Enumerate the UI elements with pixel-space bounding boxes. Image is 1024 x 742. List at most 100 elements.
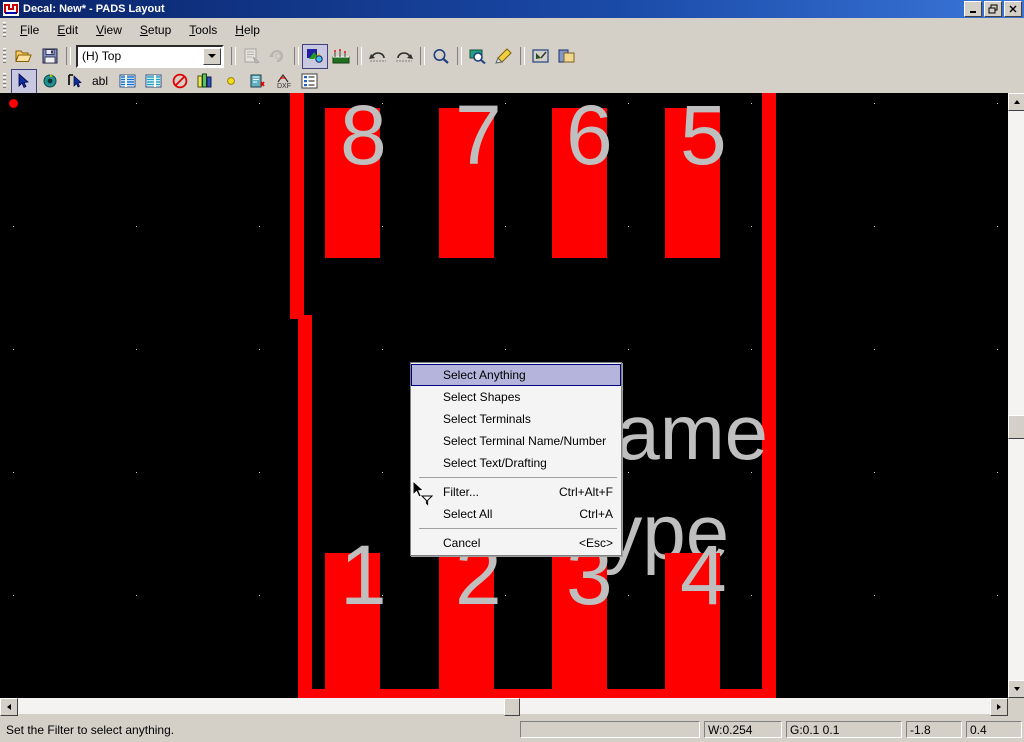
menu-cancel[interactable]: Cancel <Esc> bbox=[411, 532, 621, 554]
refresh-button[interactable] bbox=[265, 44, 291, 69]
window-title: Decal: New* - PADS Layout bbox=[23, 3, 165, 15]
pad-1-number: 1 bbox=[340, 528, 387, 622]
save-button[interactable] bbox=[37, 44, 63, 69]
menu-select-text-drafting[interactable]: Select Text/Drafting bbox=[411, 452, 621, 474]
menu-select-shapes[interactable]: Select Shapes bbox=[411, 386, 621, 408]
scroll-left-button[interactable] bbox=[0, 698, 18, 716]
library-button[interactable] bbox=[554, 44, 580, 69]
scroll-down-button[interactable] bbox=[1008, 680, 1024, 698]
grid-dot bbox=[505, 103, 506, 104]
restore-button[interactable] bbox=[984, 1, 1002, 17]
menu-select-shapes-label: Select Shapes bbox=[443, 390, 521, 404]
menu-edit[interactable]: Edit bbox=[48, 20, 87, 40]
menu-select-anything[interactable]: Select Anything bbox=[411, 364, 621, 386]
plane-area-button[interactable] bbox=[141, 69, 167, 94]
toolbar1-grip[interactable] bbox=[3, 48, 6, 64]
select-tool-button[interactable] bbox=[11, 68, 37, 94]
grid-dot bbox=[751, 226, 752, 227]
grid-dot bbox=[997, 595, 998, 596]
menu-view[interactable]: View bbox=[87, 20, 131, 40]
toolbar1-separator-6 bbox=[457, 47, 462, 65]
grid-dot bbox=[751, 349, 752, 350]
grid-dot bbox=[382, 226, 383, 227]
scroll-up-button[interactable] bbox=[1008, 93, 1024, 111]
menu-setup[interactable]: Setup bbox=[131, 20, 180, 40]
status-panel-x: -1.8 bbox=[906, 721, 962, 738]
rotate-tool-button[interactable] bbox=[37, 69, 63, 94]
grid-dot bbox=[628, 595, 629, 596]
menu-select-terminals[interactable]: Select Terminals bbox=[411, 408, 621, 430]
grid-dot bbox=[997, 472, 998, 473]
menu-filter-label: Filter... bbox=[443, 485, 480, 499]
grid-dot bbox=[13, 226, 14, 227]
board-outline-button[interactable] bbox=[328, 44, 354, 69]
grid-dot bbox=[505, 349, 506, 350]
pads-decal-icon bbox=[3, 2, 19, 16]
dxf-button[interactable]: DXF bbox=[271, 69, 297, 94]
redraw-button[interactable] bbox=[491, 44, 517, 69]
grid-dot bbox=[874, 472, 875, 473]
properties-button[interactable] bbox=[239, 44, 265, 69]
layer-select[interactable]: (H) Top bbox=[76, 44, 224, 68]
menu-help[interactable]: Help bbox=[226, 20, 269, 40]
context-menu: Select Anything Select Shapes Select Termi… bbox=[410, 362, 622, 556]
toolbar1-separator-2 bbox=[231, 47, 236, 65]
menu-edit-label-rest: dit bbox=[65, 23, 79, 37]
grid-dot bbox=[628, 226, 629, 227]
minimize-button[interactable] bbox=[964, 1, 982, 17]
zoom-button[interactable] bbox=[428, 44, 454, 69]
chevron-down-icon[interactable] bbox=[203, 47, 221, 65]
scroll-right-button[interactable] bbox=[990, 698, 1008, 716]
menu-bar: File Edit View Setup Tools Help bbox=[0, 18, 1024, 43]
grid-dot bbox=[13, 349, 14, 350]
3d-view-button[interactable] bbox=[193, 69, 219, 94]
pad-5-number: 5 bbox=[680, 93, 727, 182]
query-button[interactable] bbox=[528, 44, 554, 69]
status-panel-y: 0.4 bbox=[966, 721, 1022, 738]
grid-dot bbox=[13, 472, 14, 473]
status-panel-width: W:0.254 bbox=[704, 721, 782, 738]
grid-dot bbox=[997, 226, 998, 227]
undo-button[interactable] bbox=[365, 44, 391, 69]
grid-dot bbox=[874, 103, 875, 104]
display-colors-button[interactable] bbox=[302, 43, 328, 69]
menubar-grip[interactable] bbox=[3, 22, 6, 38]
menu-view-label-rest: iew bbox=[103, 23, 122, 37]
status-bar: Set the Filter to select anything. W:0.2… bbox=[0, 718, 1024, 742]
grid-dot bbox=[505, 595, 506, 596]
menu-tools[interactable]: Tools bbox=[180, 20, 226, 40]
menu-file[interactable]: File bbox=[11, 20, 48, 40]
pad-7-number: 7 bbox=[455, 93, 502, 182]
grid-dot bbox=[259, 472, 260, 473]
zoom-select-button[interactable] bbox=[465, 44, 491, 69]
horizontal-scrollbar[interactable] bbox=[0, 698, 1008, 716]
menu-setup-label-rest: etup bbox=[147, 23, 172, 37]
copper-pour-button[interactable] bbox=[115, 69, 141, 94]
toolbar1-separator-4 bbox=[357, 47, 362, 65]
menu-select-all[interactable]: Select All Ctrl+A bbox=[411, 503, 621, 525]
status-panel-blank bbox=[520, 721, 700, 738]
menu-select-terminals-label: Select Terminals bbox=[443, 412, 531, 426]
pad-8-number: 8 bbox=[340, 93, 387, 182]
menu-select-terminal-name-number[interactable]: Select Terminal Name/Number bbox=[411, 430, 621, 452]
standard-toolbar: (H) Top bbox=[0, 43, 1024, 69]
horizontal-scroll-thumb[interactable] bbox=[504, 698, 520, 716]
pick-tool-button[interactable] bbox=[63, 69, 89, 94]
grid-dot bbox=[874, 595, 875, 596]
toolbar2-grip[interactable] bbox=[3, 73, 6, 89]
no-entry-button[interactable] bbox=[167, 69, 193, 94]
vertical-scroll-thumb[interactable] bbox=[1008, 415, 1024, 439]
flash-button[interactable] bbox=[219, 69, 245, 94]
grid-dot bbox=[136, 349, 137, 350]
menu-filter[interactable]: Filter... Ctrl+Alt+F bbox=[411, 481, 621, 503]
svg-text:DXF: DXF bbox=[277, 83, 291, 89]
list-button[interactable] bbox=[297, 69, 323, 94]
vertical-scrollbar[interactable] bbox=[1008, 93, 1024, 698]
redo-button[interactable] bbox=[391, 44, 417, 69]
grid-dot bbox=[259, 595, 260, 596]
grid-dot bbox=[13, 595, 14, 596]
thermal-button[interactable] bbox=[245, 69, 271, 94]
close-button[interactable] bbox=[1004, 1, 1022, 17]
open-file-button[interactable] bbox=[11, 44, 37, 69]
text-tool-button[interactable]: abl bbox=[89, 69, 115, 94]
